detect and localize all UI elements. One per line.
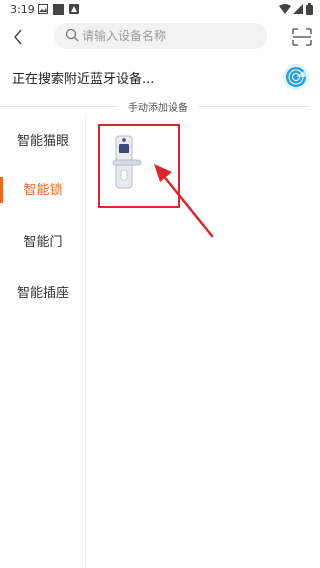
divider-line	[198, 106, 310, 107]
radar-scan-icon[interactable]	[282, 63, 310, 91]
chevron-left-icon	[14, 29, 22, 45]
scan-button[interactable]	[292, 28, 312, 46]
category-sidebar: 智能猫眼 智能锁 智能门 智能插座	[0, 114, 86, 568]
divider-line	[0, 106, 118, 107]
square-app-icon	[53, 4, 64, 15]
header: 请输入设备名称	[0, 20, 320, 54]
search-icon	[65, 28, 79, 42]
search-placeholder: 请输入设备名称	[82, 29, 167, 43]
scan-status-text: 正在搜索附近蓝牙设备...	[12, 72, 155, 87]
search-input[interactable]: 请输入设备名称	[54, 23, 267, 49]
sidebar-item-smart-socket[interactable]: 智能插座	[0, 280, 86, 308]
scan-icon	[292, 28, 312, 46]
battery-icon	[306, 3, 313, 15]
smart-lock-image	[112, 135, 142, 189]
bluetooth-scan-row: 正在搜索附近蓝牙设备...	[0, 58, 320, 98]
section-divider: 手动添加设备	[0, 98, 320, 114]
signal-icon	[293, 4, 303, 14]
status-bar: 3:19	[0, 0, 320, 20]
sidebar-item-smart-peephole[interactable]: 智能猫眼	[0, 128, 86, 156]
status-time: 3:19	[10, 3, 35, 16]
sidebar-item-smart-door[interactable]: 智能门	[0, 229, 86, 257]
sidebar-item-smart-lock[interactable]: 智能锁	[0, 177, 86, 205]
manual-add-label: 手动添加设备	[128, 103, 188, 114]
wifi-icon	[279, 4, 291, 14]
annotation-arrow	[154, 164, 214, 238]
image-icon	[38, 4, 48, 14]
notification-app-icon	[69, 4, 79, 14]
back-button[interactable]	[6, 23, 30, 51]
